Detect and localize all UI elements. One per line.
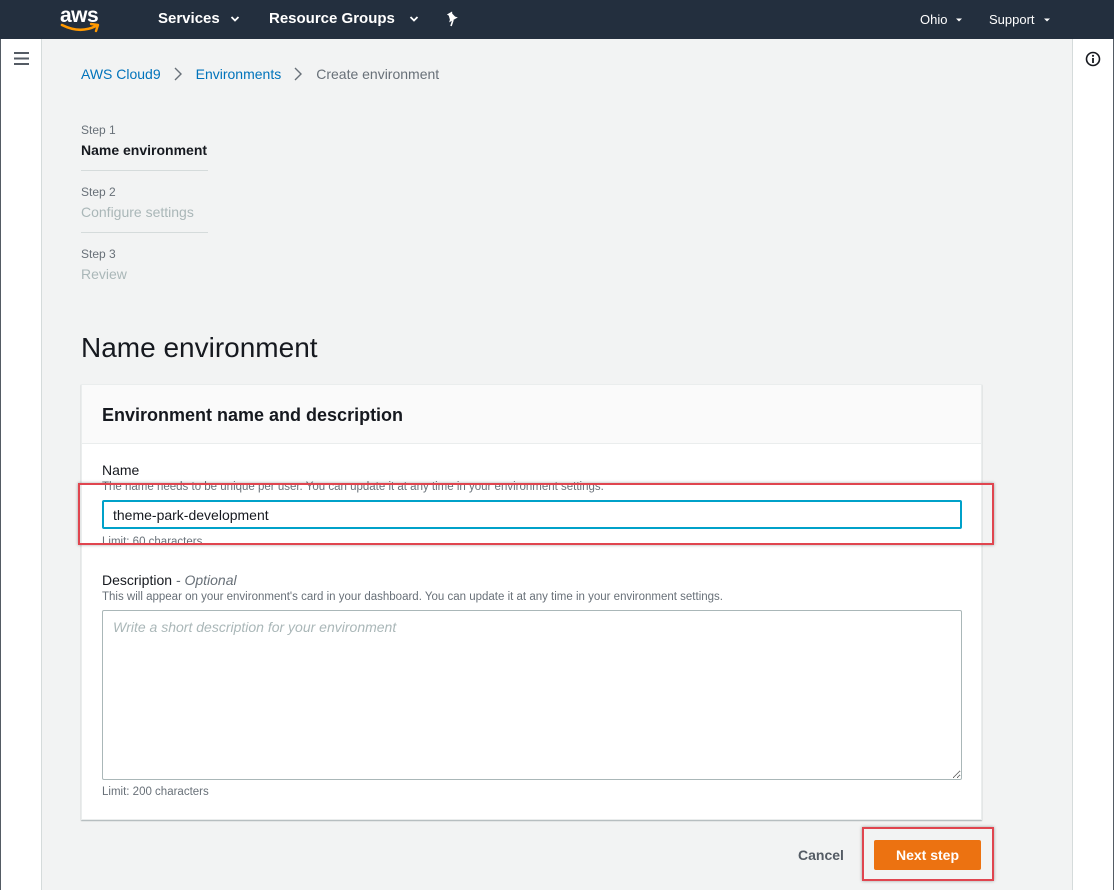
breadcrumb-link-environments[interactable]: Environments [196,66,282,82]
pin-icon[interactable] [446,11,460,27]
description-textarea[interactable] [102,610,962,780]
right-sidebar-rail [1072,39,1114,890]
optional-tag: - Optional [175,572,237,588]
description-label: Description - Optional [102,572,237,588]
page-title: Name environment [81,332,318,363]
aws-smile-icon [60,22,100,33]
description-help: This will appear on your environment's c… [102,591,723,603]
step-number: Step 1 [81,123,116,137]
name-description: The name needs to be unique per user. Yo… [102,481,604,493]
menu-icon[interactable] [14,52,29,65]
info-icon[interactable] [1085,51,1101,67]
chevron-right-icon [174,67,182,81]
step-number: Step 3 [81,247,116,261]
step-2: Step 2 Configure settings [81,182,208,244]
step-label: Configure settings [81,204,194,220]
resource-groups-menu[interactable]: Resource Groups [269,10,419,27]
chevron-down-icon [956,18,963,21]
step-label: Review [81,266,127,282]
next-step-button[interactable]: Next step [874,840,981,870]
chevron-down-icon [1043,18,1050,21]
support-label: Support [989,12,1035,27]
step-divider [81,232,208,233]
environment-panel: Environment name and description Name Th… [81,384,982,820]
name-limit: Limit: 60 characters [102,536,203,548]
breadcrumb-link-cloud9[interactable]: AWS Cloud9 [81,66,161,82]
aws-logo[interactable]: aws [60,4,104,34]
step-number: Step 2 [81,185,116,199]
services-label: Services [158,10,220,27]
step-1[interactable]: Step 1 Name environment [81,120,208,182]
top-navigation: aws Services Resource Groups Ohio Suppor… [0,0,1114,39]
description-limit: Limit: 200 characters [102,786,209,798]
name-label: Name [102,462,140,478]
resource-groups-label: Resource Groups [269,10,395,27]
step-divider [81,170,208,171]
name-input[interactable] [102,500,962,529]
cancel-button[interactable]: Cancel [786,840,856,870]
region-label: Ohio [920,12,948,27]
breadcrumb-current: Create environment [316,66,440,82]
panel-title: Environment name and description [102,405,404,425]
step-label: Name environment [81,142,208,158]
step-3: Step 3 Review [81,244,208,306]
panel-header: Environment name and description [82,385,981,444]
chevron-down-icon [230,15,239,22]
breadcrumb: AWS Cloud9 Environments Create environme… [81,66,439,82]
services-menu[interactable]: Services [158,10,240,27]
chevron-right-icon [294,67,303,81]
wizard-steps: Step 1 Name environment Step 2 Configure… [81,120,208,306]
left-sidebar-rail [0,39,42,890]
region-menu[interactable]: Ohio [920,12,963,27]
description-label-text: Description [102,572,173,588]
support-menu[interactable]: Support [989,12,1051,27]
chevron-down-icon [409,15,419,22]
